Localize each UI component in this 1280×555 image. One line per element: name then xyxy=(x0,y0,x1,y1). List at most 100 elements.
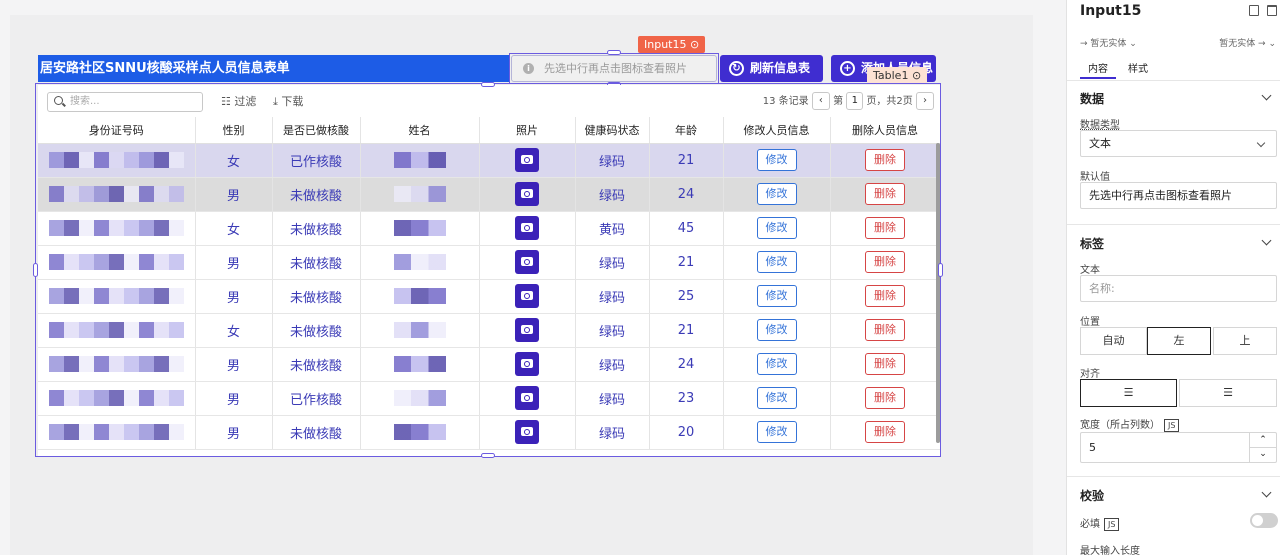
chevron-down-icon[interactable] xyxy=(1261,235,1272,246)
filter-icon: ☷ xyxy=(221,95,235,108)
tab-content[interactable]: 内容 xyxy=(1088,60,1108,75)
resize-handle[interactable] xyxy=(33,263,38,277)
camera-icon[interactable] xyxy=(515,352,539,376)
required-toggle[interactable] xyxy=(1250,513,1278,528)
delete-button[interactable]: 删除 xyxy=(865,285,905,307)
refresh-button[interactable]: ↻ 刷新信息表 xyxy=(720,55,823,82)
edit-button[interactable]: 修改 xyxy=(756,217,797,239)
data-table: 搜索... ☷ 过滤 ⤓ 下载 13 条记录 ‹ 第 1 页，共2页 › 身份证… xyxy=(38,85,941,456)
table-row[interactable]: 男未做核酸 绿码 20 修改 删除 xyxy=(38,415,941,450)
edit-button[interactable]: 修改 xyxy=(756,387,797,409)
camera-icon[interactable] xyxy=(515,250,539,274)
col-age[interactable]: 年龄 xyxy=(649,117,724,144)
cell-health-code: 绿码 xyxy=(575,143,650,178)
copy-icon[interactable] xyxy=(1249,5,1259,16)
camera-icon[interactable] xyxy=(515,420,539,444)
widget-tag-input15[interactable]: Input15 ⊙ xyxy=(638,36,706,53)
camera-icon[interactable] xyxy=(515,318,539,342)
delete-button[interactable]: 删除 xyxy=(865,183,905,205)
default-value-field[interactable]: 先选中行再点击图标查看照片 xyxy=(1080,182,1277,209)
camera-icon[interactable] xyxy=(515,216,539,240)
photo-hint-input[interactable]: i 先选中行再点击图标查看照片 xyxy=(511,55,717,82)
entity-link-right[interactable]: 暂无实体 → ⌄ xyxy=(1219,36,1276,49)
width-stepper[interactable]: 5 ⌃ ⌄ xyxy=(1080,432,1277,463)
resize-handle[interactable] xyxy=(481,453,495,458)
table-row[interactable]: 男已作核酸 绿码 23 修改 删除 xyxy=(38,381,941,416)
position-top-option[interactable]: 上 xyxy=(1213,327,1277,355)
cell-age: 24 xyxy=(649,347,724,382)
position-left-option[interactable]: 左 xyxy=(1147,327,1211,355)
edit-button[interactable]: 修改 xyxy=(756,285,797,307)
edit-button[interactable]: 修改 xyxy=(756,421,797,443)
edit-button[interactable]: 修改 xyxy=(756,149,797,171)
edit-button[interactable]: 修改 xyxy=(756,319,797,341)
section-data-title[interactable]: 数据 xyxy=(1080,90,1104,107)
edit-button[interactable]: 修改 xyxy=(756,183,797,205)
edit-button[interactable]: 修改 xyxy=(756,353,797,375)
col-edit[interactable]: 修改人员信息 xyxy=(723,117,831,144)
section-validate-title[interactable]: 校验 xyxy=(1080,487,1104,504)
camera-icon[interactable] xyxy=(515,386,539,410)
delete-button[interactable]: 删除 xyxy=(865,387,905,409)
download-button[interactable]: ⤓ 下载 xyxy=(273,93,303,111)
delete-button[interactable]: 删除 xyxy=(865,319,905,341)
camera-icon[interactable] xyxy=(515,284,539,308)
align-right-option[interactable]: ☰ xyxy=(1179,379,1277,407)
col-tested[interactable]: 是否已做核酸 xyxy=(272,117,361,144)
chevron-down-icon[interactable] xyxy=(1261,90,1272,101)
widget-tag-table1[interactable]: Table1 ⊙ xyxy=(867,67,928,84)
align-right-icon: ☰ xyxy=(1223,386,1233,399)
cell-edit: 修改 xyxy=(723,177,831,212)
current-page-input[interactable]: 1 xyxy=(846,92,864,110)
trash-icon[interactable] xyxy=(1267,5,1277,16)
resize-handle[interactable] xyxy=(938,263,943,277)
camera-icon[interactable] xyxy=(515,148,539,172)
filter-button[interactable]: ☷ 过滤 xyxy=(221,93,256,111)
table-row[interactable]: 男未做核酸 绿码 21 修改 删除 xyxy=(38,245,941,280)
entity-link-left[interactable]: → 暂无实体 ⌄ xyxy=(1080,36,1137,49)
table-row[interactable]: 男未做核酸 绿码 24 修改 删除 xyxy=(38,177,941,212)
redacted-name-block xyxy=(393,356,446,372)
table-row[interactable]: 男未做核酸 绿码 24 修改 删除 xyxy=(38,347,941,382)
col-health-code[interactable]: 健康码状态 xyxy=(575,117,650,144)
table-scrollbar[interactable] xyxy=(936,143,940,443)
align-left-option[interactable]: ☰ xyxy=(1080,379,1177,407)
js-toggle[interactable]: JS xyxy=(1164,418,1180,432)
camera-icon[interactable] xyxy=(515,182,539,206)
delete-button[interactable]: 删除 xyxy=(865,149,905,171)
position-auto-option[interactable]: 自动 xyxy=(1080,327,1147,355)
cell-health-code: 绿码 xyxy=(575,279,650,314)
table-search-input[interactable]: 搜索... xyxy=(47,92,203,112)
table-row[interactable]: 女未做核酸 绿码 21 修改 删除 xyxy=(38,313,941,348)
section-label-title[interactable]: 标签 xyxy=(1080,235,1104,252)
table-row[interactable]: 男未做核酸 绿码 25 修改 删除 xyxy=(38,279,941,314)
delete-button[interactable]: 删除 xyxy=(865,217,905,239)
chevron-down-icon[interactable]: ⌄ xyxy=(1249,448,1276,462)
required-label: 必填 JS xyxy=(1080,515,1120,531)
resize-handle[interactable] xyxy=(481,82,495,87)
data-type-select[interactable]: 文本 xyxy=(1080,130,1277,157)
default-value-label: 默认值 xyxy=(1080,172,1110,183)
prev-page-button[interactable]: ‹ xyxy=(811,92,830,110)
edit-button[interactable]: 修改 xyxy=(756,251,797,273)
table-row[interactable]: 女已作核酸 绿码 21 修改 删除 xyxy=(38,143,941,178)
next-page-button[interactable]: › xyxy=(916,92,934,110)
delete-button[interactable]: 删除 xyxy=(865,353,905,375)
col-gender[interactable]: 性别 xyxy=(195,117,273,144)
position-label: 位置 xyxy=(1080,317,1100,328)
delete-button[interactable]: 删除 xyxy=(865,251,905,273)
col-delete[interactable]: 删除人员信息 xyxy=(830,117,941,144)
chevron-up-icon[interactable]: ⌃ xyxy=(1249,433,1276,448)
chevron-down-icon[interactable] xyxy=(1261,487,1272,498)
cell-health-code: 绿码 xyxy=(575,313,650,348)
delete-button[interactable]: 删除 xyxy=(865,421,905,443)
resize-handle[interactable] xyxy=(607,50,621,55)
col-id-number[interactable]: 身份证号码 xyxy=(38,117,196,144)
col-photo[interactable]: 照片 xyxy=(479,117,576,144)
tab-style[interactable]: 样式 xyxy=(1128,60,1148,75)
label-text-field[interactable]: 名称: xyxy=(1080,275,1277,302)
table-row[interactable]: 女未做核酸 黄码 45 修改 删除 xyxy=(38,211,941,246)
col-name[interactable]: 姓名 xyxy=(360,117,480,144)
redacted-id-block xyxy=(48,220,184,236)
js-toggle[interactable]: JS xyxy=(1104,517,1120,531)
